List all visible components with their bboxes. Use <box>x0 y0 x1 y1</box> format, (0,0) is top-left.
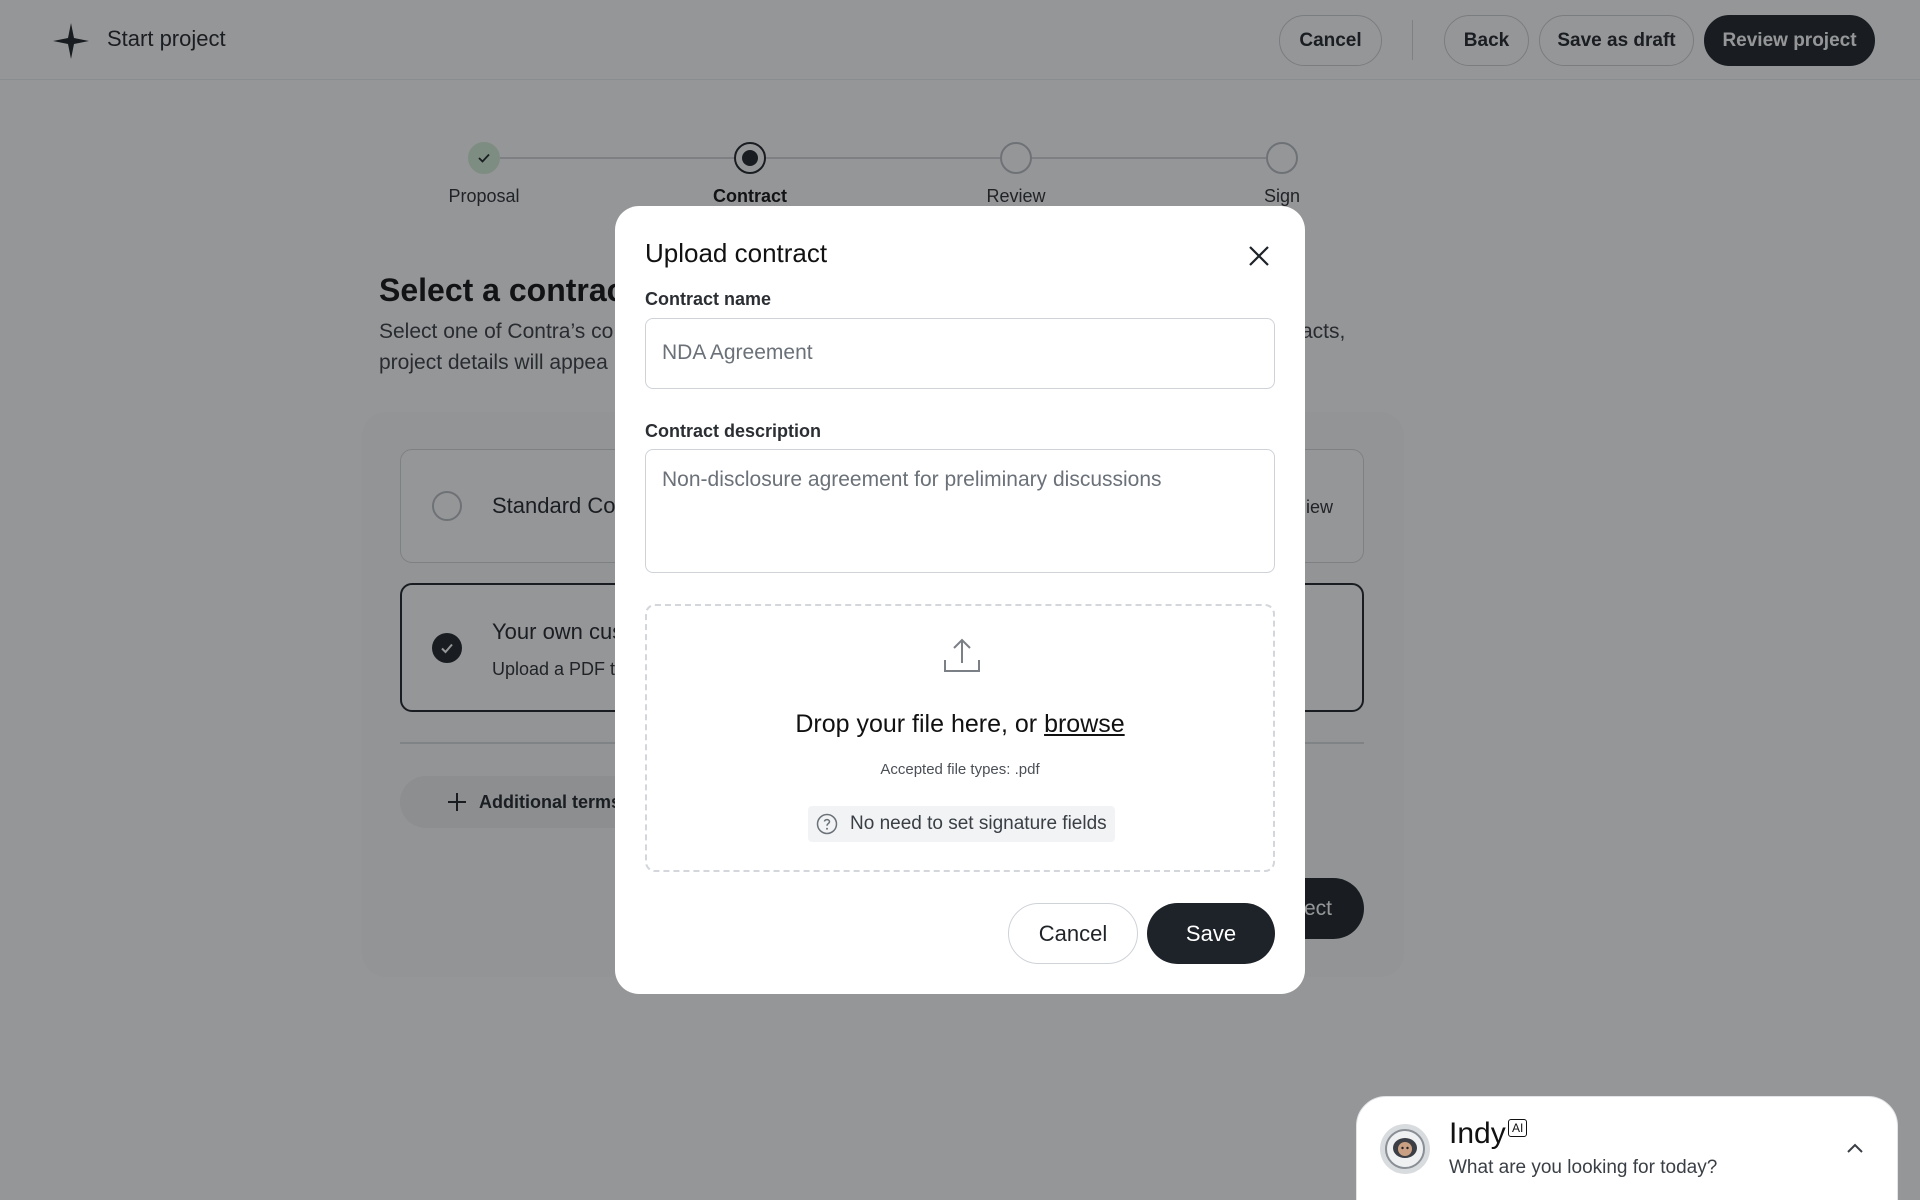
chevron-up-icon[interactable] <box>1843 1137 1867 1161</box>
indy-chat-widget[interactable]: Indy AI What are you looking for today? <box>1356 1096 1898 1200</box>
contract-name-label: Contract name <box>645 289 772 309</box>
upload-contract-modal: Upload contract Contract name NDA Agreem… <box>615 206 1305 994</box>
question-circle-icon <box>816 813 838 835</box>
file-dropzone[interactable]: Drop your file here, or browse Accepted … <box>645 604 1275 872</box>
astronaut-avatar-icon <box>1380 1124 1430 1174</box>
accepted-file-types: Accepted file types: .pdf <box>880 761 1040 778</box>
upload-icon <box>944 638 980 672</box>
drop-text: Drop your file here, or <box>795 710 1038 738</box>
modal-title: Upload contract <box>645 238 828 268</box>
drop-instructions: Drop your file here, or browse <box>647 710 1273 739</box>
ai-badge: AI <box>1508 1119 1528 1137</box>
modal-cancel-button[interactable]: Cancel <box>1008 903 1138 964</box>
contract-name-input[interactable]: NDA Agreement <box>645 318 1275 389</box>
browse-link[interactable]: browse <box>1044 710 1125 738</box>
chat-prompt: What are you looking for today? <box>1449 1157 1718 1178</box>
chat-name: Indy <box>1449 1117 1506 1150</box>
contract-description-textarea[interactable]: Non-disclosure agreement for preliminary… <box>645 449 1275 573</box>
contract-description-label: Contract description <box>645 421 822 441</box>
hint-text: No need to set signature fields <box>850 813 1107 834</box>
signature-hint: No need to set signature fields <box>808 806 1115 842</box>
modal-save-button[interactable]: Save <box>1147 903 1275 964</box>
close-icon[interactable] <box>1245 242 1273 270</box>
